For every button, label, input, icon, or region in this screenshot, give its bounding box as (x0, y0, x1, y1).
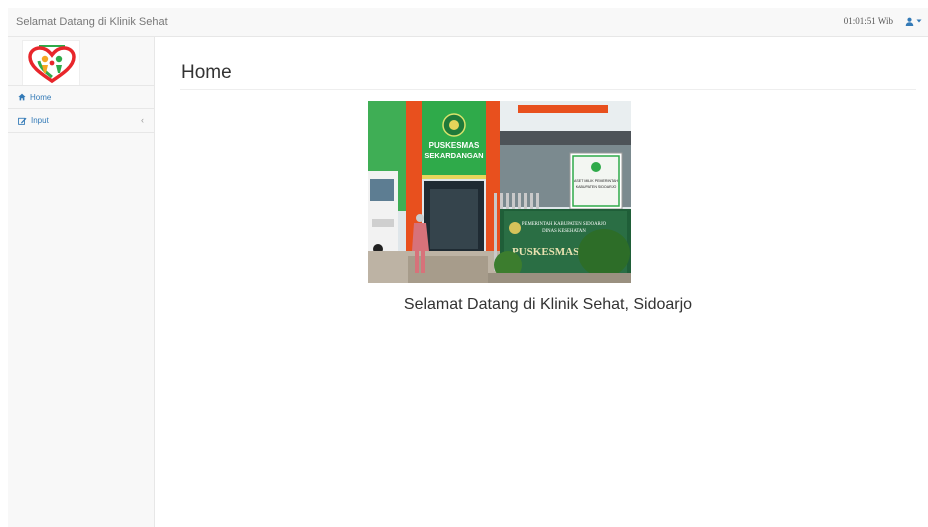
sidebar-item-label: Home (30, 92, 52, 102)
photo-board-line2: DINAS KESEHATAN (542, 229, 586, 234)
photo-small-sign2: KABUPATEN SIDOARJO (576, 185, 617, 189)
home-icon (18, 93, 26, 101)
caret-down-icon (916, 19, 922, 23)
photo-board-line1: PEMERINTAH KABUPATEN SIDOARJO (522, 222, 607, 227)
page-title: Home (181, 62, 232, 83)
page-header: Home (180, 60, 916, 90)
photo-small-sign1: ASET MILIK PEMERINTAH (574, 179, 618, 183)
clinic-logo-image (28, 45, 76, 84)
sidebar-item-home[interactable]: Home (8, 85, 154, 109)
navbar-brand[interactable]: Selamat Datang di Klinik Sehat (16, 16, 168, 28)
clinic-logo (22, 40, 80, 86)
welcome-message: Selamat Datang di Klinik Sehat, Sidoarjo (403, 296, 693, 313)
navbar-right: 01:01:51 Wib (844, 16, 922, 26)
photo-sign-top: PUSKESMAS (429, 141, 480, 150)
clock-display: 01:01:51 Wib (843, 16, 893, 26)
chevron-left-icon: ‹ (141, 115, 144, 125)
top-navbar: Selamat Datang di Klinik Sehat 01:01:51 … (8, 8, 928, 37)
user-icon (905, 17, 914, 26)
sidebar-item-label: Input (31, 116, 49, 125)
sidebar: Home Input ‹ (8, 37, 155, 527)
edit-icon (18, 117, 27, 125)
photo-sign-bottom: SEKARDANGAN (424, 151, 483, 160)
user-menu-toggle[interactable] (905, 17, 922, 26)
clinic-building-photo: PUSKESMAS SEKARDANGAN ASET MILIK PEMERIN… (368, 101, 631, 283)
sidebar-item-input[interactable]: Input ‹ (8, 109, 154, 133)
